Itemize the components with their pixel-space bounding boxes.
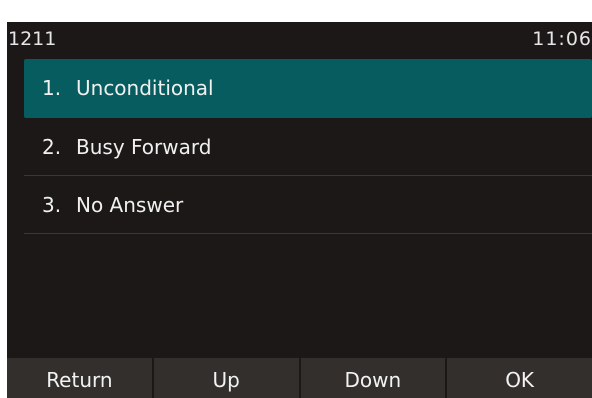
menu-item-label: Unconditional — [76, 76, 214, 100]
menu-item-number: 3. — [42, 192, 62, 217]
menu-item-label: Busy Forward — [76, 134, 212, 159]
softkey-bar: Return Up Down OK — [7, 358, 592, 398]
menu-item-number: 2. — [42, 134, 62, 159]
down-button[interactable]: Down — [301, 358, 448, 398]
clock: 11:06 — [532, 28, 592, 50]
up-button[interactable]: Up — [154, 358, 301, 398]
phone-screen: 1211 11:06 1. Unconditional 2. Busy Forw… — [7, 22, 592, 398]
forward-type-menu: 1. Unconditional 2. Busy Forward 3. No A… — [24, 59, 592, 234]
menu-item-unconditional[interactable]: 1. Unconditional — [24, 59, 592, 118]
ok-button[interactable]: OK — [447, 358, 592, 398]
menu-item-number: 1. — [42, 76, 62, 100]
menu-item-busy-forward[interactable]: 2. Busy Forward — [24, 118, 592, 176]
status-bar: 1211 11:06 — [7, 22, 592, 58]
menu-item-no-answer[interactable]: 3. No Answer — [24, 176, 592, 234]
account-label: 1211 — [8, 28, 57, 50]
return-button[interactable]: Return — [7, 358, 154, 398]
menu-item-label: No Answer — [76, 192, 184, 217]
